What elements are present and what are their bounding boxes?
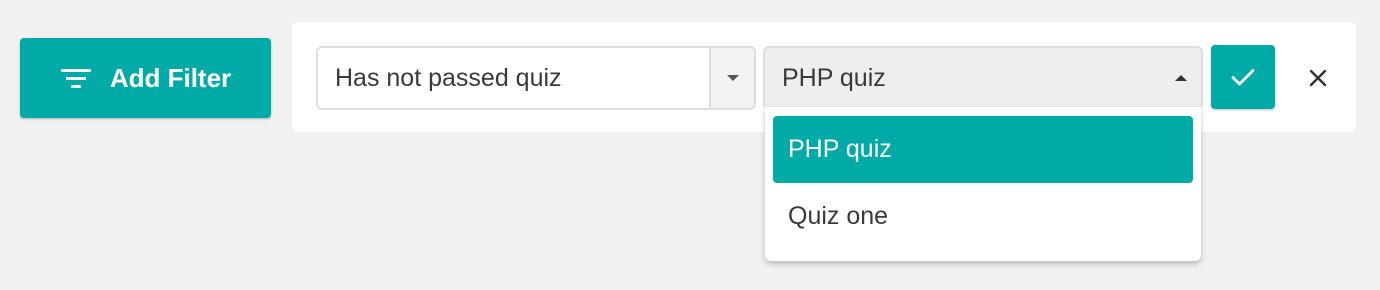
filter-icon [60, 66, 92, 90]
close-icon [1309, 69, 1327, 87]
quiz-dropdown-menu: PHP quiz Quiz one [765, 107, 1201, 261]
chevron-up-icon [1175, 75, 1187, 81]
confirm-filter-button[interactable] [1211, 45, 1275, 109]
quiz-select[interactable]: PHP quiz [763, 46, 1203, 110]
condition-select[interactable]: Has not passed quiz [316, 46, 756, 110]
quiz-dropdown-toggle[interactable] [1161, 48, 1201, 108]
check-icon [1231, 69, 1255, 86]
chevron-down-icon [726, 75, 739, 81]
dropdown-option-quiz-one[interactable]: Quiz one [773, 183, 1193, 250]
remove-filter-button[interactable] [1298, 58, 1338, 98]
add-filter-button[interactable]: Add Filter [20, 38, 271, 118]
condition-dropdown-toggle[interactable] [709, 48, 754, 108]
dropdown-option-php-quiz[interactable]: PHP quiz [773, 116, 1193, 183]
quiz-select-value: PHP quiz [782, 63, 886, 92]
condition-select-value: Has not passed quiz [335, 63, 562, 92]
add-filter-label: Add Filter [109, 62, 232, 93]
